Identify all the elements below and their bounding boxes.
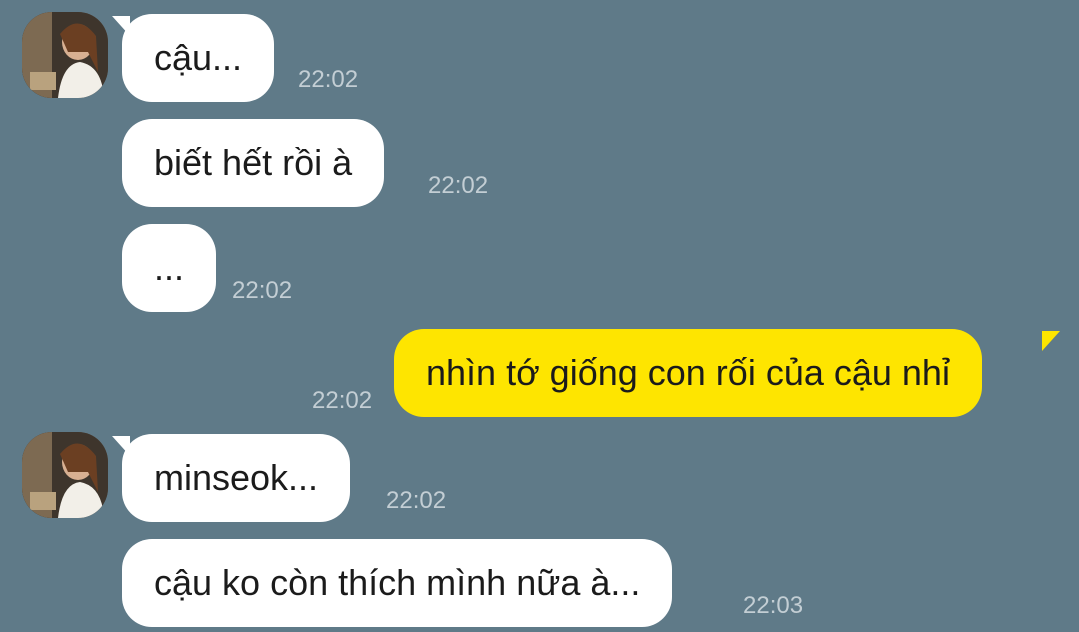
message-bubble[interactable]: minseok... — [122, 434, 351, 522]
avatar-photo-icon — [22, 432, 108, 518]
message-bubble[interactable]: biết hết rồi à — [122, 119, 385, 207]
message-bubble[interactable]: cậu ko còn thích mình nữa à... — [122, 539, 673, 627]
message-timestamp: 22:02 — [428, 172, 489, 199]
message-timestamp: 22:02 — [386, 487, 447, 514]
message-timestamp: 22:03 — [743, 592, 804, 619]
my-message-bubble[interactable]: nhìn tớ giống con rối của cậu nhỉ — [394, 329, 982, 417]
message-timestamp: 22:02 — [298, 66, 359, 93]
message-bubble[interactable]: cậu... — [122, 14, 275, 102]
contact-avatar[interactable] — [22, 432, 108, 518]
avatar-photo-icon — [22, 12, 108, 98]
message-timestamp: 22:02 — [312, 387, 373, 414]
message-bubble[interactable]: ... — [122, 224, 217, 312]
message-timestamp: 22:02 — [232, 277, 293, 304]
bubble-tail — [1042, 331, 1060, 351]
contact-avatar[interactable] — [22, 12, 108, 98]
